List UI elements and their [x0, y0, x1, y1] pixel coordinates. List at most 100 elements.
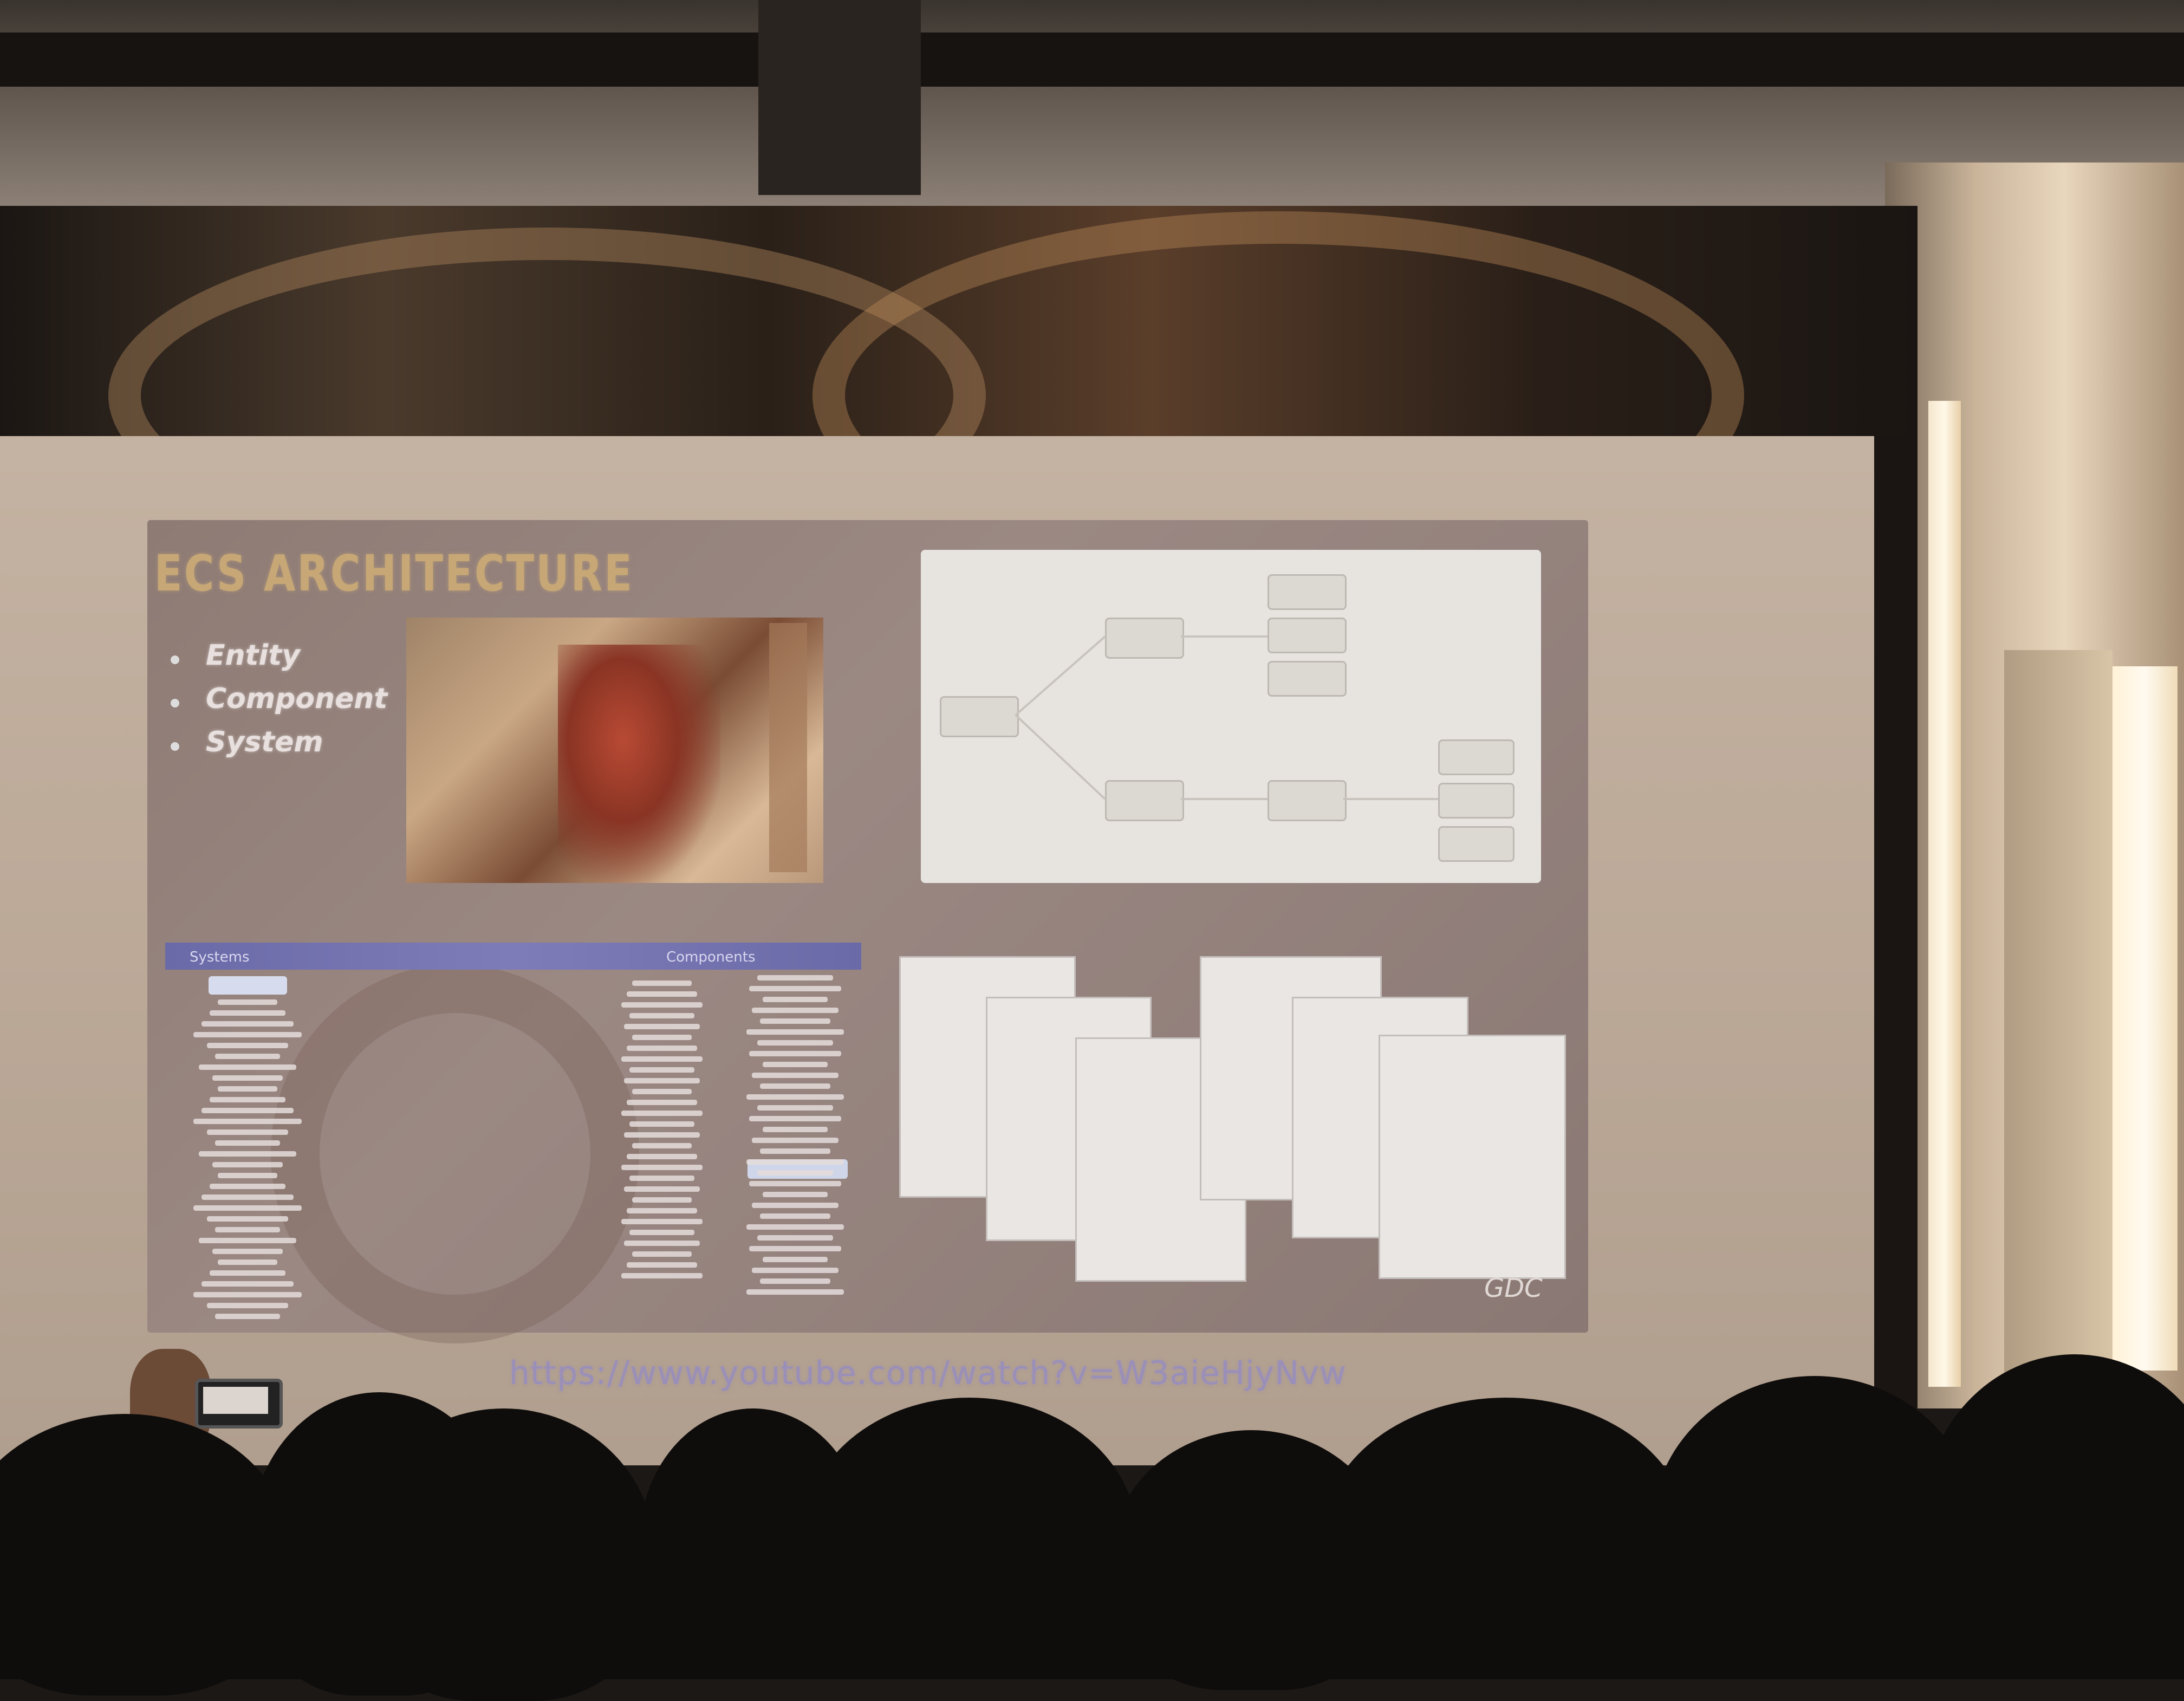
blurred-text-line: [746, 1029, 844, 1035]
blurred-text-line: [218, 999, 277, 1005]
blurred-text-line: [757, 1105, 833, 1111]
blurred-text-line: [752, 1138, 838, 1143]
blurred-text-line: [212, 1249, 283, 1254]
blurred-text-line: [763, 1192, 828, 1197]
blurred-text-line: [749, 1051, 841, 1056]
ceiling: [0, 0, 2184, 206]
blurred-text-line: [627, 1100, 697, 1105]
code-page: [1379, 1035, 1566, 1279]
blurred-text-line: [621, 1002, 703, 1008]
wall-light-strip: [1928, 401, 1961, 1387]
blurred-text-line: [760, 1018, 830, 1024]
blurred-text-line: [193, 1292, 302, 1297]
blurred-text-line: [752, 1268, 838, 1273]
blurred-text-line: [215, 1054, 280, 1059]
bullet-system: System: [206, 726, 323, 758]
blurred-text-line: [763, 1257, 828, 1262]
blurred-text-line: [746, 1094, 844, 1100]
blurred-text-line: [749, 1116, 841, 1121]
blurred-text-line: [199, 1064, 296, 1070]
blurred-text-line: [624, 1186, 700, 1192]
blurred-text-line: [749, 1246, 841, 1251]
blurred-text-line: [202, 1281, 294, 1287]
ceiling-light-housing: [758, 0, 921, 195]
blurred-text-line: [746, 1289, 844, 1295]
bullet-component: Component: [206, 683, 388, 715]
blurred-text-line: [752, 1073, 838, 1078]
blurred-text-line: [746, 1224, 844, 1230]
blurred-text-line: [202, 1108, 294, 1113]
game-character: [558, 645, 720, 883]
audience-row: [0, 1517, 2184, 1679]
blurred-text-line: [632, 1251, 692, 1257]
blurred-text-line: [218, 1086, 277, 1092]
blurred-text-line: [757, 975, 833, 981]
blurred-text-line: [212, 1075, 283, 1081]
blurred-text-line: [760, 1083, 830, 1089]
blurred-text-line: [629, 1121, 694, 1127]
table-header-systems: Systems: [190, 949, 250, 965]
slide-title: ECS ARCHITECTURE: [154, 544, 634, 602]
blurred-text-line: [629, 1176, 694, 1181]
blurred-text-line: [627, 1262, 697, 1268]
blurred-text-line: [627, 1046, 697, 1051]
blurred-text-line: [210, 1010, 285, 1016]
blurred-text-line: [193, 1119, 302, 1124]
blurred-text-line: [218, 1259, 277, 1265]
blurred-text-line: [627, 1208, 697, 1213]
blurred-text-line: [210, 1184, 285, 1189]
blurred-text-line: [627, 991, 697, 997]
blurred-text-line: [193, 1205, 302, 1211]
blurred-text-line: [207, 1129, 288, 1135]
blurred-text-line: [760, 1278, 830, 1284]
blurred-text-line: [749, 1181, 841, 1186]
screen-frame: [1874, 436, 1917, 1438]
blurred-text-line: [215, 1227, 280, 1232]
blurred-text-line: [193, 1032, 302, 1037]
blurred-text-line: [629, 1013, 694, 1018]
blurred-text-line: [752, 1008, 838, 1013]
blurred-text-line: [215, 1314, 280, 1319]
blurred-text-line: [624, 1132, 700, 1138]
right-wall-panel: [2004, 650, 2112, 1408]
blurred-text-line: [757, 1235, 833, 1241]
blurred-text-line: [624, 1078, 700, 1083]
blurred-text-line: [632, 1197, 692, 1203]
blurred-text-line: [763, 1062, 828, 1067]
blurred-text-line: [621, 1056, 703, 1062]
blurred-text-line: [199, 1151, 296, 1157]
wall-light-strip: [2112, 666, 2178, 1371]
blurred-text-line: [202, 1194, 294, 1200]
blurred-text-line: [760, 1213, 830, 1219]
blurred-text-line: [749, 986, 841, 991]
highlighted-system-row: [209, 976, 287, 995]
diagram-connectors: [1015, 635, 1438, 800]
game-pillar: [769, 623, 807, 872]
blurred-text-line: [629, 1230, 694, 1235]
bullet-icon: [171, 655, 179, 664]
table-header-bar: [165, 943, 861, 970]
blurred-text-line: [199, 1238, 296, 1243]
blurred-text-line: [763, 1127, 828, 1132]
bullet-entity: Entity: [206, 639, 300, 672]
blurred-text-line: [763, 997, 828, 1002]
table-header-components: Components: [666, 949, 756, 965]
blurred-text-line: [207, 1043, 288, 1048]
blurred-text-line: [207, 1216, 288, 1222]
blurred-text-line: [746, 1159, 844, 1165]
blurred-text-line: [629, 1067, 694, 1073]
blurred-text-line: [632, 1143, 692, 1148]
blurred-text-line: [760, 1148, 830, 1154]
blurred-text-line: [624, 1241, 700, 1246]
blurred-text-line: [752, 1203, 838, 1208]
blurred-text-line: [210, 1270, 285, 1276]
blurred-text-line: [621, 1219, 703, 1224]
blurred-text-line: [757, 1040, 833, 1046]
phone-screen: [203, 1387, 268, 1414]
blurred-text-line: [218, 1173, 277, 1178]
bullet-icon: [171, 742, 179, 751]
gdc-logo: GDC: [1484, 1273, 1543, 1303]
background-swirl: [271, 964, 639, 1343]
bullet-icon: [171, 699, 179, 707]
blurred-text-line: [621, 1273, 703, 1278]
